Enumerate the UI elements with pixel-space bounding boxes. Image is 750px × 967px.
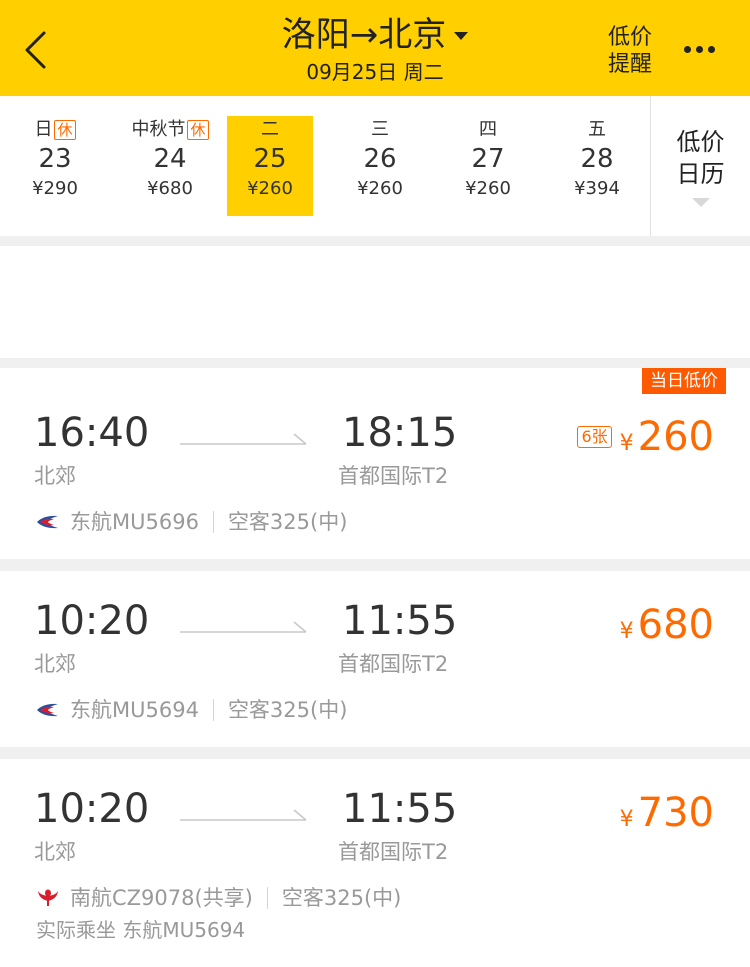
date-price: ¥394 <box>574 178 620 199</box>
date-day: 23 <box>38 144 72 174</box>
date-selector: 日休 23 ¥290 中秋节休 24 ¥680 二 25 ¥260 三 26 ¥… <box>0 96 750 236</box>
tickets-left-badge: 6张 <box>577 426 612 448</box>
date-weekday: 三 <box>371 119 389 140</box>
route-selector[interactable]: 洛阳→北京 <box>282 14 469 56</box>
separator <box>266 887 268 909</box>
separator <box>212 699 214 721</box>
date-weekday: 五 <box>588 119 606 140</box>
departure-time: 10:20 <box>34 598 150 644</box>
date-cell[interactable]: 三 26 ¥260 <box>337 116 423 216</box>
low-price-calendar-button[interactable]: 低价 日历 <box>651 96 750 236</box>
date-price: ¥260 <box>247 178 293 199</box>
date-day: 24 <box>153 144 187 174</box>
departure-time: 10:20 <box>34 786 150 832</box>
price-alert-label-1: 低价 <box>607 25 652 50</box>
airline-info: 东航MU5696 空客325(中) <box>36 508 347 536</box>
date-price: ¥290 <box>32 178 78 199</box>
date-day: 27 <box>471 144 505 174</box>
flight-arrow-icon <box>180 433 307 445</box>
route-title: 洛阳→北京 <box>281 15 447 55</box>
flight-card[interactable]: 10:20 11:55 ¥ 680 北郊 首都国际T2 东航MU5694 空客3… <box>0 571 750 747</box>
arrival-airport: 首都国际T2 <box>338 840 449 864</box>
price-amount: 730 <box>637 790 714 836</box>
flight-arrow-icon <box>180 621 307 633</box>
currency-symbol: ¥ <box>619 807 634 832</box>
date-cell[interactable]: 四 27 ¥260 <box>445 116 531 216</box>
banner-area <box>0 246 750 358</box>
price-amount: 680 <box>637 602 714 648</box>
arrival-airport: 首都国际T2 <box>338 464 449 488</box>
china-southern-logo-icon <box>38 889 58 906</box>
price-alert-button[interactable]: 低价 提醒 <box>600 24 660 78</box>
china-eastern-logo-icon <box>37 703 58 717</box>
arrival-time: 11:55 <box>342 786 458 832</box>
top-bar: 洛阳→北京 09月25日 周二 低价 提醒 <box>0 0 750 96</box>
calendar-label-1: 低价 <box>676 128 725 156</box>
date-weekday: 中秋节 <box>131 119 186 140</box>
arrival-time: 11:55 <box>342 598 458 644</box>
airline-info: 东航MU5694 空客325(中) <box>36 696 347 724</box>
price-alert-label-2: 提醒 <box>607 52 652 77</box>
date-price: ¥260 <box>465 178 511 199</box>
flight-price: ¥ 730 <box>620 788 714 838</box>
separator <box>212 511 214 533</box>
flight-price: ¥ 680 <box>620 600 714 650</box>
date-day: 25 <box>253 144 287 174</box>
airline-flight-no: 南航CZ9078(共享) <box>70 886 253 910</box>
date-price: ¥260 <box>357 178 403 199</box>
date-day: 26 <box>363 144 397 174</box>
date-weekday: 二 <box>261 119 279 140</box>
chevron-down-icon <box>691 198 710 207</box>
arrival-airport: 首都国际T2 <box>338 652 449 676</box>
aircraft-type: 空客325(中) <box>227 698 348 722</box>
date-cell[interactable]: 中秋节休 24 ¥680 <box>120 116 220 216</box>
flight-card[interactable]: 10:20 11:55 ¥ 730 北郊 首都国际T2 南航CZ9078(共享)… <box>0 759 750 967</box>
flight-arrow-icon <box>180 809 307 821</box>
date-weekday: 四 <box>479 119 497 140</box>
holiday-badge: 休 <box>54 120 76 140</box>
date-cell[interactable]: 日休 23 ¥290 <box>12 116 98 216</box>
date-day: 28 <box>580 144 614 174</box>
departure-time: 16:40 <box>34 410 150 456</box>
aircraft-type: 空客325(中) <box>281 886 402 910</box>
aircraft-type: 空客325(中) <box>227 510 348 534</box>
departure-airport: 北郊 <box>34 652 76 676</box>
date-cell[interactable]: 五 28 ¥394 <box>554 116 640 216</box>
calendar-label-2: 日历 <box>676 160 725 188</box>
airline-flight-no: 东航MU5694 <box>70 698 199 722</box>
date-price: ¥680 <box>147 178 193 199</box>
currency-symbol: ¥ <box>619 431 634 456</box>
arrival-time: 18:15 <box>342 410 458 456</box>
lowest-price-tag: 当日低价 <box>642 368 726 394</box>
airline-flight-no: 东航MU5696 <box>70 510 199 534</box>
currency-symbol: ¥ <box>619 619 634 644</box>
caret-down-icon <box>454 32 469 40</box>
date-cell-selected[interactable]: 二 25 ¥260 <box>227 116 313 216</box>
departure-airport: 北郊 <box>34 840 76 864</box>
flight-card[interactable]: 当日低价 16:40 18:15 6张 ¥ 260 北郊 首都国际T2 东航MU… <box>0 368 750 559</box>
china-eastern-logo-icon <box>37 515 58 529</box>
airline-info: 南航CZ9078(共享) 空客325(中) <box>36 884 401 912</box>
price-amount: 260 <box>637 414 714 460</box>
date-weekday: 日 <box>34 119 53 140</box>
flight-price: 6张 ¥ 260 <box>577 412 714 462</box>
more-options-icon[interactable] <box>684 46 715 53</box>
holiday-badge: 休 <box>187 120 209 140</box>
departure-airport: 北郊 <box>34 464 76 488</box>
codeshare-note: 实际乘坐 东航MU5694 <box>36 918 246 942</box>
